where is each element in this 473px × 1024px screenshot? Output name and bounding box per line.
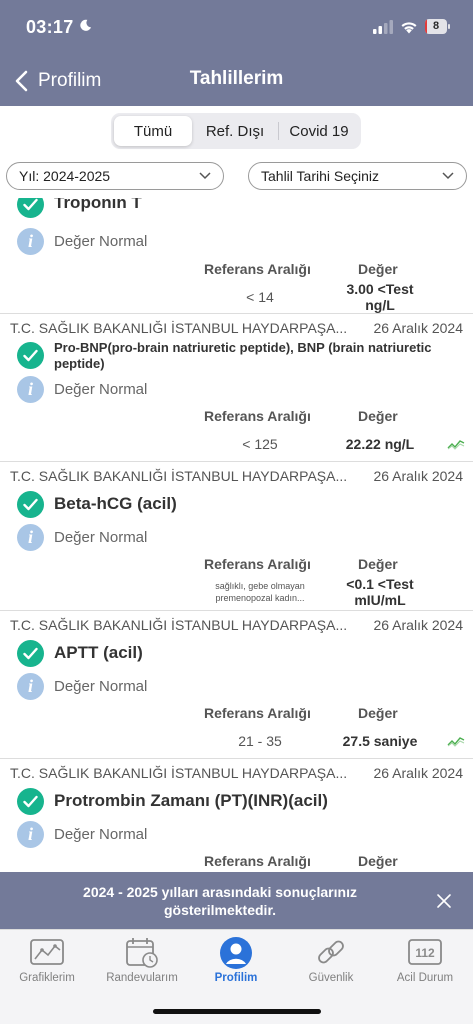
- moon-icon: [80, 19, 92, 31]
- result-date: 26 Aralık 2024: [373, 617, 463, 633]
- tab-label: Güvenlik: [308, 972, 354, 984]
- test-name: Pro-BNP(pro-brain natriuretic peptide), …: [54, 340, 432, 371]
- profile-icon: [220, 937, 252, 969]
- hospital-name: T.C. SAĞLIK BAKANLIĞI İSTANBUL HAYDARPAŞ…: [10, 765, 348, 781]
- trend-chart-icon[interactable]: [447, 735, 465, 747]
- tab-label: Grafiklerim: [19, 972, 75, 984]
- hospital-name: T.C. SAĞLIK BAKANLIĞI İSTANBUL HAYDARPAŞ…: [10, 617, 348, 633]
- result-value: 27.5 saniye: [342, 733, 418, 749]
- segment-covid-19[interactable]: Covid 19: [279, 116, 359, 146]
- tab-label: Randevularım: [106, 972, 178, 984]
- emergency-112-icon: 112: [408, 939, 442, 965]
- result-card[interactable]: T.C. SAĞLIK BAKANLIĞI İSTANBUL HAYDARPAŞ…: [0, 759, 473, 872]
- reference-value: < 14: [246, 289, 274, 305]
- result-value: 22.22 ng/L: [345, 436, 415, 452]
- tab-profilim[interactable]: Profilim: [189, 933, 283, 991]
- check-icon: [17, 342, 44, 369]
- check-icon: [17, 788, 44, 815]
- hospital-name: T.C. SAĞLIK BAKANLIĞI İSTANBUL HAYDARPAŞ…: [10, 468, 348, 484]
- status-label: Değer Normal: [54, 529, 148, 546]
- status-label: Değer Normal: [54, 381, 148, 398]
- result-card[interactable]: T.C. SAĞLIK BAKANLIĞI İSTANBUL HAYDARPAŞ…: [0, 462, 473, 611]
- year-select[interactable]: Yıl: 2024-2025: [6, 162, 224, 190]
- year-select-value: Yıl: 2024-2025: [19, 168, 111, 184]
- wifi-icon: [401, 22, 417, 34]
- header-bar: 03:17 8 Profilim Tahlillerim: [0, 0, 473, 106]
- date-select-value: Tahlil Tarihi Seçiniz: [261, 168, 380, 184]
- tab-label: Acil Durum: [396, 972, 454, 984]
- status-label: Değer Normal: [54, 678, 148, 695]
- emergency-number: 112: [415, 946, 435, 960]
- chevron-down-icon: [442, 172, 454, 180]
- home-indicator: [153, 1009, 321, 1014]
- reference-value: sağlıklı, gebe olmayan premenopozal kadı…: [215, 581, 305, 603]
- reference-header: Referans Aralığı: [204, 556, 311, 572]
- info-icon[interactable]: i: [17, 821, 44, 848]
- test-name: Beta-hCG (acil): [54, 494, 177, 513]
- segment-tumu[interactable]: Tümü: [114, 116, 192, 146]
- reference-header: Referans Aralığı: [204, 261, 311, 277]
- value-header: Değer: [358, 853, 398, 869]
- chevron-down-icon: [199, 172, 211, 180]
- result-date: 26 Aralık 2024: [373, 320, 463, 336]
- status-label: Değer Normal: [54, 826, 148, 843]
- link-icon: [318, 940, 344, 964]
- tab-acil-durum[interactable]: 112 Acil Durum: [378, 933, 472, 991]
- result-value: 3.00 <Test ng/L: [346, 281, 414, 313]
- hospital-name: T.C. SAĞLIK BAKANLIĞI İSTANBUL HAYDARPAŞ…: [10, 320, 348, 336]
- value-header: Değer: [358, 556, 398, 572]
- check-icon: [17, 491, 44, 518]
- segment-ref-disi[interactable]: Ref. Dışı: [192, 116, 278, 146]
- trend-chart-icon[interactable]: [447, 438, 465, 450]
- toast-message: 2024 - 2025 yılları arasındaki sonuçları…: [83, 884, 357, 918]
- test-name: Troponin T: [54, 198, 142, 212]
- value-header: Değer: [358, 705, 398, 721]
- reference-header: Referans Aralığı: [204, 408, 311, 424]
- result-date: 26 Aralık 2024: [373, 468, 463, 484]
- tab-randevularim[interactable]: Randevularım: [95, 933, 189, 991]
- result-card[interactable]: T.C. SAĞLIK BAKANLIĞI İSTANBUL HAYDARPAŞ…: [0, 314, 473, 462]
- reference-value: < 125: [242, 436, 278, 452]
- reference-header: Referans Aralığı: [204, 705, 311, 721]
- info-icon[interactable]: i: [17, 524, 44, 551]
- tab-label: Profilim: [214, 972, 258, 984]
- reference-value: 21 - 35: [238, 733, 282, 749]
- check-icon: [17, 640, 44, 667]
- reference-header: Referans Aralığı: [204, 853, 311, 869]
- close-icon[interactable]: [436, 893, 452, 909]
- status-label: Değer Normal: [54, 233, 148, 250]
- check-icon: [17, 198, 44, 218]
- test-name: APTT (acil): [54, 643, 143, 662]
- battery-icon: 8: [425, 19, 451, 36]
- info-toast: 2024 - 2025 yılları arasındaki sonuçları…: [0, 872, 473, 929]
- info-icon[interactable]: i: [17, 376, 44, 403]
- signal-icon: [373, 20, 393, 34]
- results-list[interactable]: Troponin T i Değer Normal Referans Aralı…: [0, 198, 473, 872]
- result-value: <0.1 <Test mIU/mL: [346, 576, 414, 608]
- status-time: 03:17: [26, 17, 74, 37]
- result-card[interactable]: Troponin T i Değer Normal Referans Aralı…: [0, 198, 473, 314]
- date-select[interactable]: Tahlil Tarihi Seçiniz: [248, 162, 467, 190]
- segmented-control: Tümü Ref. Dışı Covid 19: [111, 113, 361, 149]
- chart-icon: [30, 939, 64, 965]
- tab-guvenlik[interactable]: Güvenlik: [284, 933, 378, 991]
- tab-grafiklerim[interactable]: Grafiklerim: [0, 933, 94, 991]
- info-icon[interactable]: i: [17, 673, 44, 700]
- value-header: Değer: [358, 261, 398, 277]
- info-icon[interactable]: i: [17, 228, 44, 255]
- value-header: Değer: [358, 408, 398, 424]
- result-date: 26 Aralık 2024: [373, 765, 463, 781]
- battery-level: 8: [432, 20, 440, 32]
- calendar-icon: [126, 938, 158, 968]
- page-title: Tahlillerim: [189, 68, 284, 89]
- test-name: Protrombin Zamanı (PT)(INR)(acil): [54, 791, 328, 810]
- result-card[interactable]: T.C. SAĞLIK BAKANLIĞI İSTANBUL HAYDARPAŞ…: [0, 611, 473, 759]
